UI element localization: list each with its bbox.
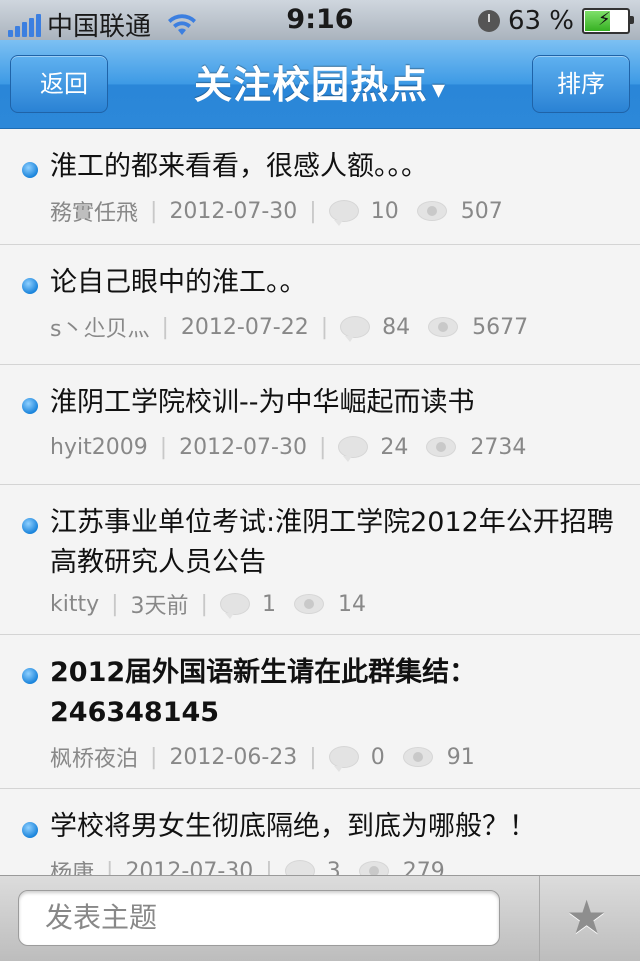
star-icon: ★: [566, 890, 608, 944]
post-date: 2012-06-23: [169, 744, 298, 770]
list-item[interactable]: 学校将男女生彻底隔绝，到底为哪般？！ 杨康 | 2012-07-30 | 3 2…: [0, 789, 640, 875]
post-author: hyit2009: [50, 434, 148, 460]
post-date: 2012-07-30: [169, 198, 298, 224]
sort-button[interactable]: 排序: [532, 55, 630, 113]
post-author: s丶尐贝灬: [50, 317, 150, 342]
comment-icon: [338, 436, 369, 462]
separator: |: [200, 591, 208, 617]
view-count: 5677: [472, 314, 529, 340]
post-topic-input[interactable]: 发表主题: [18, 890, 500, 946]
view-count: 279: [402, 858, 445, 876]
page-title-text: 关注校园热点: [193, 63, 428, 107]
favorite-button[interactable]: ★: [539, 876, 640, 961]
bullet-dot-icon: [22, 162, 38, 178]
list-item[interactable]: 淮工的都来看看，很感人额。。。 務實任飛 | 2012-07-30 | 10 5…: [0, 129, 640, 245]
separator: |: [150, 744, 158, 770]
comment-count: 10: [370, 198, 399, 224]
comment-icon: [219, 593, 250, 619]
post-date: 2012-07-22: [180, 314, 309, 340]
status-right: 63 % ⚡: [477, 6, 634, 36]
eye-icon: [358, 861, 389, 875]
separator: |: [111, 591, 119, 617]
status-bar: 中国联通 9:16 63 % ⚡: [0, 0, 640, 42]
view-count: 14: [337, 591, 366, 617]
post-meta: hyit2009 | 2012-07-30 | 24 2734: [50, 423, 620, 471]
comment-count: 24: [380, 434, 409, 460]
post-meta: 杨康 | 2012-07-30 | 3 279: [50, 847, 620, 875]
eye-icon: [293, 594, 324, 614]
post-meta: kitty | 3天前 | 1 14: [50, 583, 620, 625]
clock-icon: [477, 10, 500, 32]
bottom-toolbar: 发表主题 ★: [0, 875, 640, 961]
separator: |: [318, 434, 327, 460]
comment-icon: [328, 746, 359, 772]
post-author: 枫桥夜泊: [50, 747, 139, 772]
bullet-dot-icon: [22, 518, 38, 534]
comment-count: 3: [326, 858, 341, 876]
post-author: 務實任飛: [50, 201, 139, 226]
eye-icon: [402, 747, 433, 767]
list-item[interactable]: 2012届外国语新生请在此群集结：246348145 枫桥夜泊 | 2012-0…: [0, 635, 640, 789]
separator: |: [265, 858, 273, 876]
comment-count: 1: [261, 591, 276, 617]
eye-icon: [416, 201, 447, 221]
separator: |: [159, 434, 168, 460]
post-date: 3天前: [130, 594, 189, 619]
view-count: 91: [446, 744, 475, 770]
post-title: 2012届外国语新生请在此群集结：246348145: [50, 657, 477, 728]
post-meta: 枫桥夜泊 | 2012-06-23 | 0 91: [50, 733, 620, 781]
bullet-dot-icon: [22, 668, 38, 684]
bullet-dot-icon: [22, 822, 38, 838]
bullet-dot-icon: [22, 398, 38, 414]
post-title: 学校将男女生彻底隔绝，到底为哪般？！: [50, 811, 536, 842]
post-meta: 務實任飛 | 2012-07-30 | 10 507: [50, 187, 620, 235]
battery-percent: 63 %: [507, 6, 574, 36]
post-date: 2012-07-30: [179, 434, 307, 460]
post-title: 论自己眼中的淮工。。: [50, 267, 307, 298]
sort-label: 排序: [557, 70, 605, 98]
post-title: 淮工的都来看看，很感人额。。。: [50, 151, 428, 182]
separator: |: [150, 198, 158, 224]
comment-icon: [340, 316, 371, 342]
post-author: kitty: [50, 591, 100, 617]
charging-bolt-icon: ⚡: [598, 9, 611, 30]
separator: |: [161, 314, 169, 340]
list-item[interactable]: 论自己眼中的淮工。。 s丶尐贝灬 | 2012-07-22 | 84 5677: [0, 245, 640, 365]
post-date: 2012-07-30: [125, 858, 254, 876]
view-count: 2734: [470, 434, 527, 460]
comment-count: 0: [370, 744, 385, 770]
post-list[interactable]: 淮工的都来看看，很感人额。。。 務實任飛 | 2012-07-30 | 10 5…: [0, 129, 640, 875]
nav-bar: 返回 关注校园热点 ▾ 排序: [0, 40, 640, 129]
battery-icon: ⚡: [582, 8, 634, 34]
view-count: 507: [460, 198, 503, 224]
post-title: 淮阴工学院校训--为中华崛起而读书: [50, 387, 475, 418]
separator: |: [320, 314, 329, 340]
post-title: 江苏事业单位考试:淮阴工学院2012年公开招聘高教研究人员公告: [50, 507, 614, 578]
eye-icon: [428, 317, 459, 337]
post-meta: s丶尐贝灬 | 2012-07-22 | 84 5677: [50, 303, 620, 351]
comment-count: 84: [382, 314, 411, 340]
separator: |: [309, 744, 317, 770]
bullet-dot-icon: [22, 278, 38, 294]
post-author: 杨康: [50, 861, 95, 875]
chevron-down-icon: ▾: [431, 75, 447, 105]
list-item[interactable]: 江苏事业单位考试:淮阴工学院2012年公开招聘高教研究人员公告 kitty | …: [0, 485, 640, 635]
eye-icon: [426, 437, 457, 457]
separator: |: [106, 858, 114, 876]
comment-icon: [284, 860, 315, 875]
comment-icon: [328, 200, 359, 226]
separator: |: [309, 198, 317, 224]
list-item[interactable]: 淮阴工学院校训--为中华崛起而读书 hyit2009 | 2012-07-30 …: [0, 365, 640, 485]
